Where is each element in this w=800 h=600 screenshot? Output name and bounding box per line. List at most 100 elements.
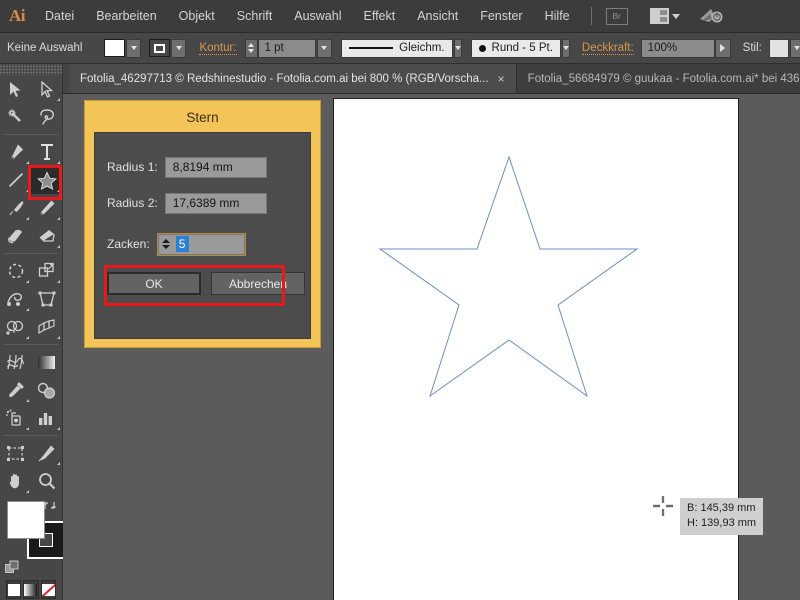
radius-2-row: Radius 2: 17,6389 mm xyxy=(107,191,310,215)
swap-fill-stroke-icon[interactable] xyxy=(43,499,56,512)
fill-dropdown-icon[interactable] xyxy=(126,38,142,58)
tools-panel-grip[interactable] xyxy=(0,64,62,75)
zoom-tool[interactable] xyxy=(31,467,62,495)
fill-color-control[interactable] xyxy=(104,38,142,58)
shape-builder-tool[interactable] xyxy=(0,313,31,341)
cancel-button[interactable]: Abbrechen xyxy=(211,272,305,295)
fill-color-indicator[interactable] xyxy=(7,501,45,539)
points-control[interactable]: 5 xyxy=(156,232,246,256)
bridge-icon[interactable]: Br xyxy=(605,7,628,25)
ok-button[interactable]: OK xyxy=(107,272,201,295)
stroke-weight-control[interactable]: 1 pt xyxy=(244,38,332,58)
direct-selection-tool[interactable] xyxy=(31,75,62,103)
stroke-weight-dropdown-icon[interactable] xyxy=(316,38,332,58)
scale-tool[interactable] xyxy=(31,257,62,285)
tool-flyout-indicator-icon xyxy=(26,217,29,220)
points-input[interactable]: 5 xyxy=(172,233,245,255)
stroke-profile-dropdown-icon[interactable] xyxy=(453,38,462,58)
symbol-sprayer-tool[interactable] xyxy=(0,404,31,432)
opacity-input[interactable]: 100% xyxy=(640,38,715,58)
menu-effekt[interactable]: Effekt xyxy=(352,5,406,27)
menu-datei[interactable]: Datei xyxy=(34,5,85,27)
type-tool[interactable] xyxy=(31,138,62,166)
shape-size-tooltip: B: 145,39 mm H: 139,93 mm xyxy=(680,498,764,535)
selection-tool[interactable] xyxy=(0,75,31,103)
radius-2-label: Radius 2: xyxy=(107,196,158,210)
document-tab-1[interactable]: Fotolia_46297713 © Redshinestudio - Foto… xyxy=(69,64,517,93)
solid-color-button[interactable] xyxy=(6,580,22,599)
menu-ansicht[interactable]: Ansicht xyxy=(406,5,469,27)
tool-flyout-indicator-icon xyxy=(57,462,60,465)
stroke-profile-select[interactable]: Gleichm. xyxy=(340,38,453,58)
tools-divider xyxy=(4,344,58,345)
mesh-tool[interactable] xyxy=(0,348,31,376)
opacity-label[interactable]: Deckkraft: xyxy=(581,42,634,55)
document-tab-bar: Fotolia_46297713 © Redshinestudio - Foto… xyxy=(63,64,800,94)
tool-flyout-indicator-icon xyxy=(57,280,60,283)
menu-bearbeiten[interactable]: Bearbeiten xyxy=(85,5,167,27)
paintbrush-tool[interactable] xyxy=(0,194,31,222)
lasso-tool[interactable] xyxy=(31,103,62,131)
close-icon[interactable]: × xyxy=(498,73,505,85)
cs-live-services-icon[interactable] xyxy=(698,6,724,26)
stroke-color-control[interactable] xyxy=(149,38,187,58)
pen-tool[interactable] xyxy=(0,138,31,166)
tool-flyout-indicator-icon xyxy=(26,161,29,164)
tool-flyout-indicator-icon xyxy=(26,280,29,283)
artboard-tool[interactable] xyxy=(0,439,31,467)
gradient-tool[interactable] xyxy=(31,348,62,376)
graphic-style-dropdown-icon[interactable] xyxy=(789,38,800,58)
eraser-tool[interactable] xyxy=(31,222,62,250)
rotate-tool[interactable] xyxy=(0,257,31,285)
menu-auswahl[interactable]: Auswahl xyxy=(283,5,352,27)
stroke-dropdown-icon[interactable] xyxy=(171,38,187,58)
star-dialog[interactable]: Stern Radius 1: 8,8194 mm Radius 2: 17,6… xyxy=(84,100,321,348)
star-path xyxy=(378,155,639,398)
perspective-grid-tool[interactable] xyxy=(31,313,62,341)
free-transform-tool[interactable] xyxy=(31,285,62,313)
stroke-profile-value: Gleichm. xyxy=(399,42,445,54)
graphic-style-swatch[interactable] xyxy=(768,38,789,58)
fill-swatch[interactable] xyxy=(104,39,126,57)
radius-1-label: Radius 1: xyxy=(107,160,158,174)
fill-stroke-indicator xyxy=(5,499,65,575)
blob-brush-tool[interactable] xyxy=(0,222,31,250)
radius-2-input[interactable]: 17,6389 mm xyxy=(164,192,267,214)
radius-1-input[interactable]: 8,8194 mm xyxy=(164,156,267,178)
star-tool[interactable] xyxy=(31,166,62,194)
none-color-button[interactable] xyxy=(40,580,56,599)
menu-objekt[interactable]: Objekt xyxy=(168,5,226,27)
hand-tool[interactable] xyxy=(0,467,31,495)
opacity-control[interactable]: 100% xyxy=(640,38,731,58)
opacity-flyout-icon[interactable] xyxy=(714,38,731,58)
gradient-button[interactable] xyxy=(23,580,39,599)
width-tool[interactable] xyxy=(0,285,31,313)
graphic-style-control[interactable] xyxy=(768,38,800,58)
menu-fenster[interactable]: Fenster xyxy=(469,5,533,27)
slice-tool[interactable] xyxy=(31,439,62,467)
pencil-tool[interactable] xyxy=(31,194,62,222)
stroke-weight-input[interactable]: 1 pt xyxy=(257,38,316,58)
brush-definition-select[interactable]: Rund - 5 Pt. xyxy=(470,38,561,58)
tooltip-height: H: 139,93 mm xyxy=(687,517,757,529)
blend-tool[interactable] xyxy=(31,376,62,404)
default-fill-stroke-icon[interactable] xyxy=(5,560,20,575)
points-stepper[interactable] xyxy=(157,233,173,255)
app-logo: Ai xyxy=(9,6,26,25)
artboard[interactable] xyxy=(333,98,739,600)
control-panel: Keine Auswahl Kontur: 1 pt Gleichm. Rund… xyxy=(0,33,800,64)
menu-hilfe[interactable]: Hilfe xyxy=(534,5,581,27)
arrange-documents-button[interactable] xyxy=(649,8,680,24)
selection-status: Keine Auswahl xyxy=(7,42,83,54)
stroke-weight-stepper[interactable] xyxy=(244,38,258,58)
magic-wand-tool[interactable] xyxy=(0,103,31,131)
column-graph-tool[interactable] xyxy=(31,404,62,432)
document-tab-2[interactable]: Fotolia_56684979 © guukaa - Fotolia.com.… xyxy=(516,64,800,93)
menu-schrift[interactable]: Schrift xyxy=(226,5,283,27)
stroke-swatch[interactable] xyxy=(149,39,171,57)
style-label: Stil: xyxy=(742,42,762,54)
stroke-weight-label[interactable]: Kontur: xyxy=(199,42,237,55)
eyedropper-tool[interactable] xyxy=(0,376,31,404)
brush-dropdown-icon[interactable] xyxy=(561,38,570,58)
line-segment-tool[interactable] xyxy=(0,166,31,194)
